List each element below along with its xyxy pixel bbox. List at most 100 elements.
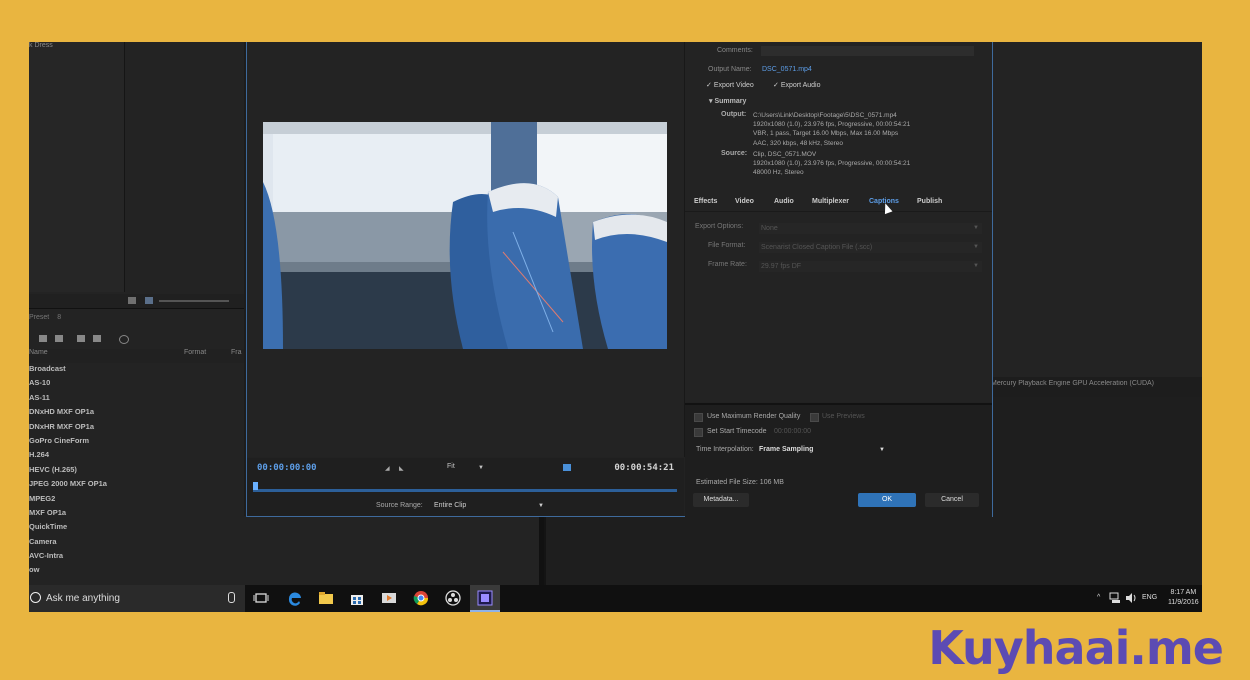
estimated-file-size: Estimated File Size: 106 MB xyxy=(696,479,784,486)
chevron-down-icon: ▼ xyxy=(973,244,979,250)
edge-browser-icon[interactable] xyxy=(287,590,303,606)
list-item[interactable]: DNxHD MXF OP1a xyxy=(29,405,244,419)
list-item[interactable]: AS-10 xyxy=(29,376,244,390)
comments-label: Comments: xyxy=(717,47,753,54)
file-format-select[interactable]: Scenarist Closed Caption File (.scc) ▼ xyxy=(759,242,982,253)
media-player-icon[interactable] xyxy=(381,590,397,606)
max-render-quality-checkbox[interactable] xyxy=(694,413,703,422)
obs-icon[interactable] xyxy=(445,590,461,606)
import-icon[interactable] xyxy=(93,335,101,342)
column-name[interactable]: Name xyxy=(29,349,48,356)
search-icon[interactable] xyxy=(119,335,129,344)
settings-icon[interactable] xyxy=(55,335,63,342)
list-item[interactable]: AS-11 xyxy=(29,391,244,405)
language-indicator[interactable]: ENG xyxy=(1142,594,1157,601)
export-footer: Use Maximum Render Quality Use Previews … xyxy=(685,403,992,518)
source-key: Source: xyxy=(721,150,748,157)
zoom-slider[interactable] xyxy=(159,300,229,302)
search-input[interactable]: Ask me anything xyxy=(46,593,120,604)
icon-view-icon[interactable] xyxy=(145,297,153,304)
export-audio-checkbox[interactable]: ✓ Export Audio xyxy=(773,81,821,89)
summary-line: AAC, 320 kbps, 48 kHz, Stereo xyxy=(753,139,843,147)
chevron-down-icon[interactable]: ▼ xyxy=(879,447,885,453)
show-hidden-icons-icon[interactable]: ^ xyxy=(1097,594,1100,601)
list-view-icon[interactable] xyxy=(128,297,136,304)
list-item[interactable]: QuickTime xyxy=(29,520,244,534)
volume-icon[interactable] xyxy=(1125,592,1137,604)
settings-tabs: Effects Video Audio Multiplexer Captions… xyxy=(685,195,992,212)
new-preset-icon[interactable] xyxy=(39,335,47,342)
export-settings-pane: Comments: Output Name: DSC_0571.mp4 ✓ Ex… xyxy=(685,42,992,402)
summary-line: C:\Users\Link\Desktop\Footage\5\DSC_0571… xyxy=(753,112,897,119)
ok-button[interactable]: OK xyxy=(858,493,916,507)
frame-rate-row: Frame Rate: 29.97 fps DF ▼ xyxy=(685,261,992,275)
tab-video[interactable]: Video xyxy=(735,198,754,205)
list-item[interactable]: ow xyxy=(29,563,244,577)
list-item[interactable]: Broadcast xyxy=(29,362,244,376)
microphone-icon[interactable] xyxy=(228,592,235,603)
list-item[interactable]: H.264 xyxy=(29,448,244,462)
summary-line: VBR, 1 pass, Target 16.00 Mbps, Max 16.0… xyxy=(753,130,899,138)
chrome-icon[interactable] xyxy=(413,590,429,606)
output-name-link[interactable]: DSC_0571.mp4 xyxy=(762,66,812,73)
store-icon[interactable] xyxy=(349,590,365,606)
export-options-value: None xyxy=(761,225,778,232)
list-item[interactable]: JPEG 2000 MXF OP1a xyxy=(29,477,244,491)
source-range-label: Source Range: xyxy=(376,502,423,509)
playhead-handle[interactable] xyxy=(253,482,258,490)
system-clock[interactable]: 8:17 AM 11/9/2016 xyxy=(1168,588,1199,608)
preview-pane: 00:00:00:00 ◢ ◣ Fit ▼ 00:00:54:21 Source… xyxy=(247,42,685,516)
premiere-taskbar-button[interactable] xyxy=(470,585,500,612)
list-item[interactable]: DNxHR MXF OP1a xyxy=(29,420,244,434)
source-range-select[interactable]: Entire Clip xyxy=(434,502,466,509)
column-frame[interactable]: Fra xyxy=(231,349,242,356)
premiere-pro-icon xyxy=(477,590,493,606)
cortana-search[interactable]: Ask me anything xyxy=(29,585,245,612)
tab-publish[interactable]: Publish xyxy=(917,198,942,205)
export-options-select[interactable]: None ▼ xyxy=(759,223,982,234)
export-video-checkbox[interactable]: ✓ Export Video xyxy=(706,81,754,89)
use-previews-checkbox[interactable] xyxy=(810,413,819,422)
comments-field[interactable] xyxy=(761,46,974,56)
project-panel: k Dress Preset 8 Name Format Fra Broadca… xyxy=(29,42,244,585)
list-item[interactable]: MXF OP1a xyxy=(29,506,244,520)
list-item[interactable]: HEVC (H.265) xyxy=(29,463,244,477)
list-item[interactable]: Camera xyxy=(29,535,244,549)
chevron-down-icon[interactable]: ▼ xyxy=(538,503,544,509)
renderer-status: Mercury Playback Engine GPU Acceleration… xyxy=(991,380,1155,387)
zoom-select[interactable]: Fit xyxy=(447,463,455,470)
current-timecode[interactable]: 00:00:00:00 xyxy=(257,463,317,473)
list-item[interactable]: MPEG2 xyxy=(29,492,244,506)
tab-audio[interactable]: Audio xyxy=(774,198,794,205)
metadata-button[interactable]: Metadata... xyxy=(693,493,749,507)
time-interpolation-label: Time Interpolation: xyxy=(696,446,754,453)
aspect-toggle-icon[interactable] xyxy=(563,464,571,471)
task-view-icon[interactable] xyxy=(253,590,269,606)
chevron-down-icon[interactable]: ▼ xyxy=(478,465,484,471)
frame-rate-select[interactable]: 29.97 fps DF ▼ xyxy=(759,261,982,272)
tab-effects[interactable]: Effects xyxy=(694,198,717,205)
summary-line: 48000 Hz, Stereo xyxy=(753,169,804,177)
preset-columns: Name Format Fra xyxy=(29,349,244,363)
list-item[interactable]: GoPro CineForm xyxy=(29,434,244,448)
summary-toggle[interactable]: ▾ Summary xyxy=(709,97,746,105)
timeline-scrubber[interactable] xyxy=(253,489,677,492)
set-in-icon[interactable]: ◢ xyxy=(385,465,390,472)
preset-browser-count: 8 xyxy=(57,314,62,321)
column-format[interactable]: Format xyxy=(184,349,206,356)
time-interpolation-select[interactable]: Frame Sampling xyxy=(759,446,813,453)
cancel-button[interactable]: Cancel xyxy=(925,493,979,507)
output-summary: C:\Users\Link\Desktop\Footage\5\DSC_0571… xyxy=(753,111,910,148)
tab-multiplexer[interactable]: Multiplexer xyxy=(812,198,849,205)
set-out-icon[interactable]: ◣ xyxy=(399,465,404,472)
file-explorer-icon[interactable] xyxy=(318,590,334,606)
windows-taskbar: Ask me anything ^ ENG 8:17 AM 11/9/2016 xyxy=(29,585,1202,612)
start-timecode-checkbox[interactable] xyxy=(694,428,703,437)
panel-item-label: k Dress xyxy=(29,42,53,49)
list-item[interactable]: AVC-Intra xyxy=(29,549,244,563)
chevron-down-icon: ▼ xyxy=(973,225,979,231)
end-timecode: 00:00:54:21 xyxy=(614,463,674,473)
new-group-icon[interactable] xyxy=(77,335,85,342)
start-timecode-value[interactable]: 00:00:00:00 xyxy=(774,428,811,435)
network-icon[interactable] xyxy=(1109,592,1121,604)
